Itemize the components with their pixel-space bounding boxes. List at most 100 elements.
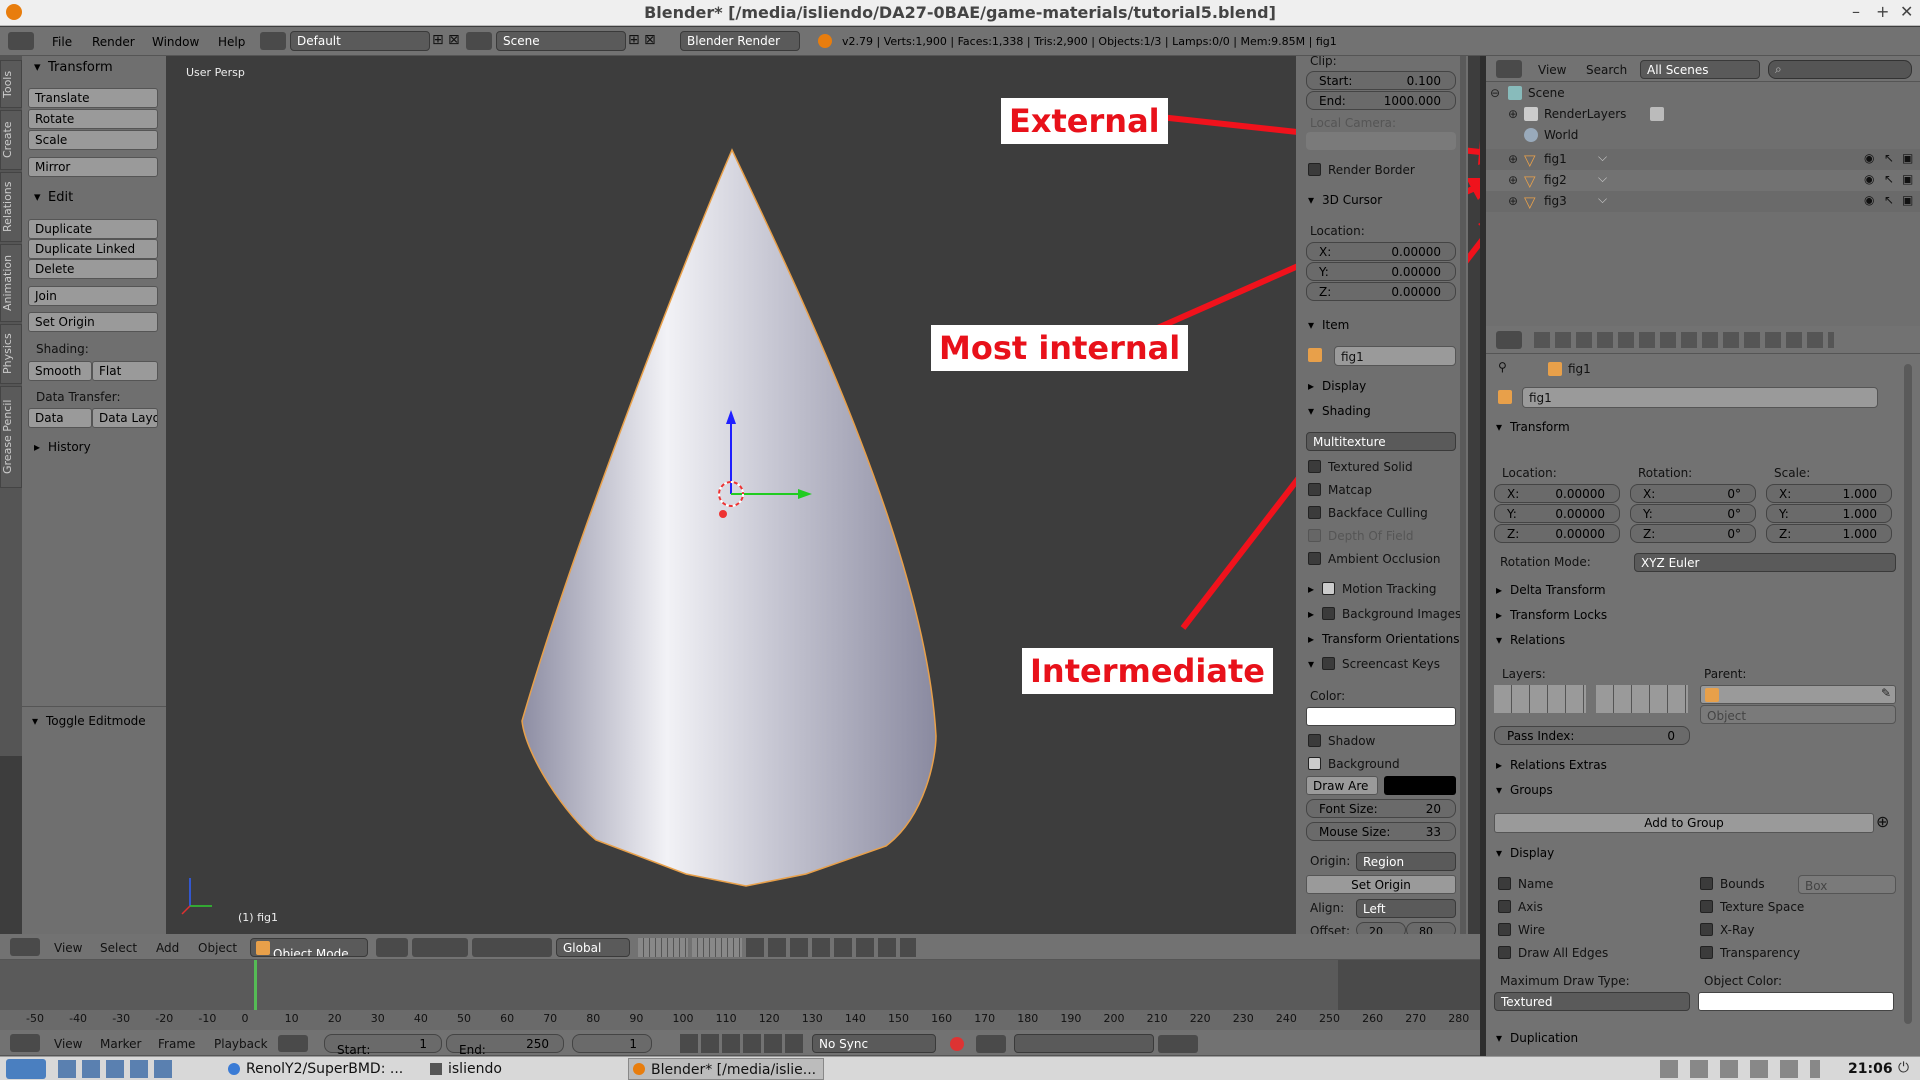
properties-type-icon[interactable] [1496, 331, 1522, 349]
draw-area-select[interactable]: Draw Are [1306, 776, 1378, 795]
pivot-icon[interactable] [412, 938, 468, 957]
dof-checkbox[interactable] [1308, 529, 1321, 542]
quicklaunch-icons[interactable] [58, 1060, 178, 1078]
fig3-expand-icon[interactable]: ⊕ [1508, 194, 1518, 208]
outliner-type-icon[interactable] [1496, 60, 1522, 78]
view3d-view-menu[interactable]: View [54, 941, 82, 955]
orientation-select[interactable]: Global [556, 938, 630, 957]
outliner-renderlayers[interactable]: RenderLayers [1544, 107, 1626, 121]
draw-all-edges-checkbox[interactable] [1498, 946, 1511, 959]
context-tabs-icon[interactable] [1534, 332, 1834, 348]
duplication-header[interactable]: Duplication [1510, 1031, 1578, 1045]
render-border-checkbox[interactable] [1308, 163, 1321, 176]
add-group-plus-icon[interactable]: ⊕ [1876, 812, 1889, 831]
background-checkbox[interactable] [1308, 757, 1321, 770]
ob-display-header[interactable]: Display [1510, 846, 1554, 860]
preview-range-icon[interactable] [278, 1035, 308, 1052]
render-camera-icon[interactable]: ▣ [1902, 172, 1913, 186]
scene-expand-icon[interactable]: ⊖ [1490, 86, 1500, 100]
outliner-row-fig1[interactable]: ⊕ ▽ fig1 ⌵ ◉ ↖ ▣ [1486, 149, 1920, 170]
viewport-shading-icon[interactable] [376, 938, 408, 957]
current-frame-field[interactable]: 1 [572, 1034, 652, 1053]
taskbar-item-browser[interactable]: RenolY2/SuperBMD: ... [246, 1061, 403, 1077]
rot-z-field[interactable]: Z: 0° [1630, 524, 1756, 543]
axis-checkbox[interactable] [1498, 900, 1511, 913]
start-menu-icon[interactable] [6, 1059, 46, 1079]
shading-mode-select[interactable]: Multitexture [1306, 432, 1456, 451]
outliner-view-menu[interactable]: View [1538, 63, 1566, 77]
textured-solid-checkbox[interactable] [1308, 460, 1321, 473]
draw-area-color[interactable] [1384, 776, 1456, 795]
backface-checkbox[interactable] [1308, 506, 1321, 519]
keying-icon[interactable] [976, 1035, 1006, 1053]
xray-checkbox[interactable] [1700, 923, 1713, 936]
rotation-mode-select[interactable]: XYZ Euler [1634, 553, 1896, 572]
pass-index-field[interactable]: Pass Index: 0 [1494, 726, 1690, 745]
timeline-playback-menu[interactable]: Playback [214, 1037, 268, 1051]
fig2-expand-icon[interactable]: ⊕ [1508, 173, 1518, 187]
pin-icon[interactable]: ⚲ [1498, 360, 1507, 374]
outliner-world[interactable]: World [1544, 128, 1578, 142]
render-camera-icon[interactable]: ▣ [1902, 193, 1913, 207]
origin-select[interactable]: Region [1356, 852, 1456, 871]
keyframe-insert-icon[interactable] [1158, 1035, 1198, 1053]
relations-extras-header[interactable]: Relations Extras [1510, 758, 1607, 772]
screencast-checkbox[interactable] [1322, 657, 1335, 670]
add-to-group-button[interactable]: Add to Group [1494, 813, 1874, 833]
bounds-type-select[interactable]: Box [1798, 875, 1896, 894]
outliner-row-fig3[interactable]: ⊕ ▽ fig3 ⌵ ◉ ↖ ▣ [1486, 191, 1920, 212]
set-origin-button[interactable]: Set Origin [1306, 875, 1456, 894]
loc-z-field[interactable]: Z: 0.00000 [1494, 524, 1620, 543]
taskbar-item-blender[interactable]: Blender* [/media/islie... [628, 1058, 824, 1080]
view3d-select-menu[interactable]: Select [100, 941, 137, 955]
timeline-type-icon[interactable] [10, 1034, 40, 1052]
loc-y-field[interactable]: Y: 0.00000 [1494, 504, 1620, 523]
select-cursor-icon[interactable]: ↖ [1884, 151, 1894, 165]
visibility-eye-icon[interactable]: ◉ [1864, 193, 1874, 207]
motion-tracking-checkbox[interactable] [1322, 582, 1335, 595]
offset-y-field[interactable]: 80 [1406, 922, 1456, 934]
shading-header[interactable]: Shading [1322, 404, 1371, 418]
timeline-marker-menu[interactable]: Marker [100, 1037, 141, 1051]
fig1-expand-icon[interactable]: ⊕ [1508, 152, 1518, 166]
parent-field[interactable]: ✎ [1700, 685, 1896, 704]
transform-locks-header[interactable]: Transform Locks [1510, 608, 1607, 622]
loc-x-field[interactable]: X: 0.00000 [1494, 484, 1620, 503]
rot-y-field[interactable]: Y: 0° [1630, 504, 1756, 523]
select-cursor-icon[interactable]: ↖ [1884, 193, 1894, 207]
tray-icons[interactable] [1660, 1060, 1820, 1078]
outliner-filter-select[interactable]: All Scenes [1640, 60, 1760, 79]
power-icon[interactable]: ⏻ [1898, 1060, 1909, 1076]
color-swatch[interactable] [1306, 707, 1456, 726]
cursor-z-field[interactable]: Z: 0.00000 [1306, 282, 1456, 301]
outliner-row-fig2[interactable]: ⊕ ▽ fig2 ⌵ ◉ ↖ ▣ [1486, 170, 1920, 191]
item-name-field[interactable]: fig1 [1334, 346, 1456, 366]
view3d-add-menu[interactable]: Add [156, 941, 179, 955]
render-camera-icon[interactable]: ▣ [1902, 151, 1913, 165]
timeline-view-menu[interactable]: View [54, 1037, 82, 1051]
bg-images-checkbox[interactable] [1322, 607, 1335, 620]
panel-scrollbar[interactable] [1460, 56, 1466, 934]
record-icon[interactable] [950, 1037, 964, 1051]
scale-z-field[interactable]: Z: 1.000 [1766, 524, 1892, 543]
object-name-field[interactable]: fig1 [1522, 387, 1878, 408]
view3d-object-menu[interactable]: Object [198, 941, 237, 955]
clip-end-field[interactable]: End: 1000.000 [1306, 91, 1456, 110]
visibility-eye-icon[interactable]: ◉ [1864, 172, 1874, 186]
properties-scrollbar[interactable] [1904, 364, 1912, 1024]
cursor-y-field[interactable]: Y: 0.00000 [1306, 262, 1456, 281]
delta-transform-header[interactable]: Delta Transform [1510, 583, 1606, 597]
layers-b-icon[interactable] [692, 938, 742, 957]
clip-start-field[interactable]: Start: 0.100 [1306, 71, 1456, 90]
rot-x-field[interactable]: X: 0° [1630, 484, 1756, 503]
mouse-size-field[interactable]: Mouse Size: 33 [1306, 822, 1456, 841]
timeline-area[interactable] [0, 960, 1480, 1030]
matcap-checkbox[interactable] [1308, 483, 1321, 496]
object-color-swatch[interactable] [1698, 992, 1894, 1011]
manipulator-icon[interactable] [472, 938, 552, 957]
cursor-x-field[interactable]: X: 0.00000 [1306, 242, 1456, 261]
shadow-checkbox[interactable] [1308, 734, 1321, 747]
renderlayers-expand-icon[interactable]: ⊕ [1508, 107, 1518, 121]
transparency-checkbox[interactable] [1700, 946, 1713, 959]
keying-set-field[interactable] [1014, 1034, 1154, 1053]
